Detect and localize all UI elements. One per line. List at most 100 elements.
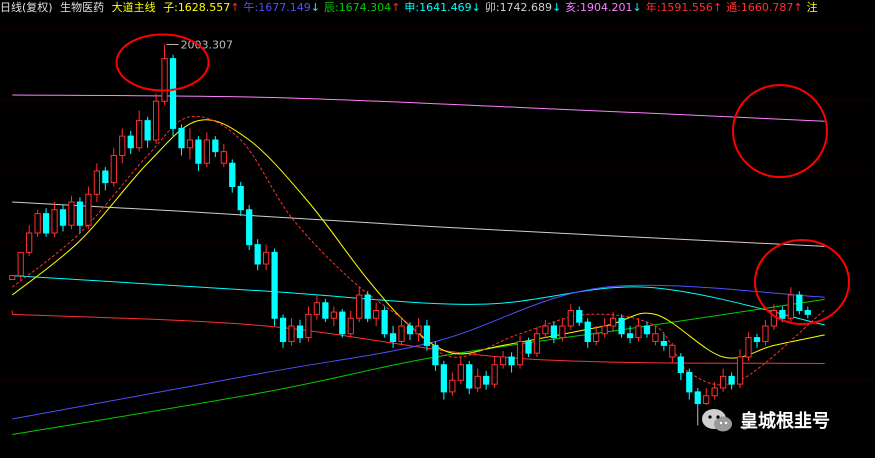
candle: [609, 312, 617, 333]
candle: [542, 319, 549, 338]
indicator-value-4: 卯:1742.689↓: [484, 1, 562, 14]
candle-body: [703, 395, 710, 404]
candle-body: [499, 356, 507, 366]
candle-body: [136, 120, 143, 149]
candle-body: [339, 311, 346, 335]
candle-body: [652, 333, 659, 342]
candle: [669, 343, 676, 364]
candle: [499, 350, 507, 369]
candle-body: [576, 310, 583, 323]
candle-body: [203, 139, 211, 164]
candle-body: [161, 58, 168, 102]
candle: [305, 306, 312, 342]
candle: [652, 326, 659, 346]
candle-body: [26, 232, 33, 253]
candle-body: [186, 139, 194, 149]
candle: [330, 306, 337, 326]
candle-body: [787, 294, 794, 319]
candle: [567, 304, 574, 330]
candle: [593, 326, 600, 346]
candle-body: [770, 310, 778, 327]
candle: [42, 208, 50, 237]
candle: [440, 360, 447, 400]
indicator-name[interactable]: 大道主线: [112, 0, 156, 16]
stock-name: 生物医药: [60, 1, 105, 14]
candle-body: [753, 337, 761, 342]
candle: [51, 202, 58, 237]
candle-body: [483, 375, 490, 385]
candle-body: [457, 364, 464, 381]
candle-body: [584, 321, 591, 342]
candle-body: [720, 375, 727, 389]
candle: [364, 291, 371, 323]
candle: [635, 318, 642, 342]
candle-body: [254, 244, 261, 265]
header-bar: 日线(复权) 生物医药 大道主线 子:1628.557↑ 午:1677.149↓ 辰…: [0, 0, 875, 16]
candle-body: [279, 317, 287, 342]
candle-body: [491, 364, 498, 385]
candle: [787, 287, 794, 323]
candle-body: [669, 344, 676, 358]
candle: [576, 306, 583, 326]
candle-body: [550, 325, 557, 339]
candle-body: [127, 135, 134, 149]
candle: [474, 368, 481, 392]
candle-body: [626, 333, 634, 339]
candle: [76, 197, 84, 233]
candle-body: [246, 209, 253, 246]
candle: [322, 298, 329, 323]
period-label[interactable]: 日线(复权): [0, 0, 53, 16]
high-price-label: 2003.307: [181, 38, 234, 51]
candle: [703, 388, 710, 406]
candle: [339, 308, 346, 338]
indicator-value-6: 年:1591.556↑: [645, 1, 723, 14]
candle: [550, 322, 557, 344]
candle: [212, 136, 219, 158]
candle: [432, 341, 439, 371]
candle-body: [17, 251, 24, 277]
highlight-circle-latest: [754, 239, 850, 325]
candlestick-chart[interactable]: 2003.3075: [0, 0, 875, 458]
indicator-value-3: 申:1641.469↓: [404, 1, 481, 14]
candle: [119, 128, 126, 164]
candle: [144, 116, 151, 148]
candle-body: [762, 325, 769, 342]
candle-body: [525, 341, 532, 354]
candle-body: [330, 311, 337, 319]
candle: [762, 319, 769, 346]
highlight-circle-upper-right: [732, 84, 828, 178]
candle: [491, 357, 498, 388]
candle: [93, 163, 100, 202]
candle-body: [178, 127, 185, 149]
candle: [26, 225, 33, 257]
candle-body: [220, 151, 227, 164]
candle: [229, 159, 236, 193]
candle: [288, 318, 295, 346]
candle-body: [694, 391, 701, 404]
candle-body: [643, 325, 651, 335]
candle-body: [474, 375, 481, 389]
candle: [271, 248, 278, 326]
candle: [753, 333, 761, 348]
indicator-value-5: 亥:1904.201↓: [565, 1, 642, 14]
candle: [152, 93, 160, 144]
candle: [34, 209, 41, 237]
candle: [220, 143, 227, 168]
candle: [195, 136, 202, 171]
candle-body: [305, 313, 312, 339]
candle-body: [9, 275, 16, 280]
candle-body: [144, 120, 151, 141]
candle-body: [212, 139, 219, 153]
candle: [415, 318, 422, 342]
candle-body: [42, 213, 50, 234]
candle-body: [68, 201, 75, 226]
candle: [533, 327, 541, 357]
candle: [389, 326, 397, 348]
candle-body: [542, 325, 549, 335]
series-line-午: [12, 284, 825, 420]
candle: [584, 318, 591, 348]
candle-body: [711, 387, 718, 397]
candle-body: [389, 333, 397, 342]
candle-body: [356, 294, 363, 319]
candle-body: [398, 325, 405, 342]
